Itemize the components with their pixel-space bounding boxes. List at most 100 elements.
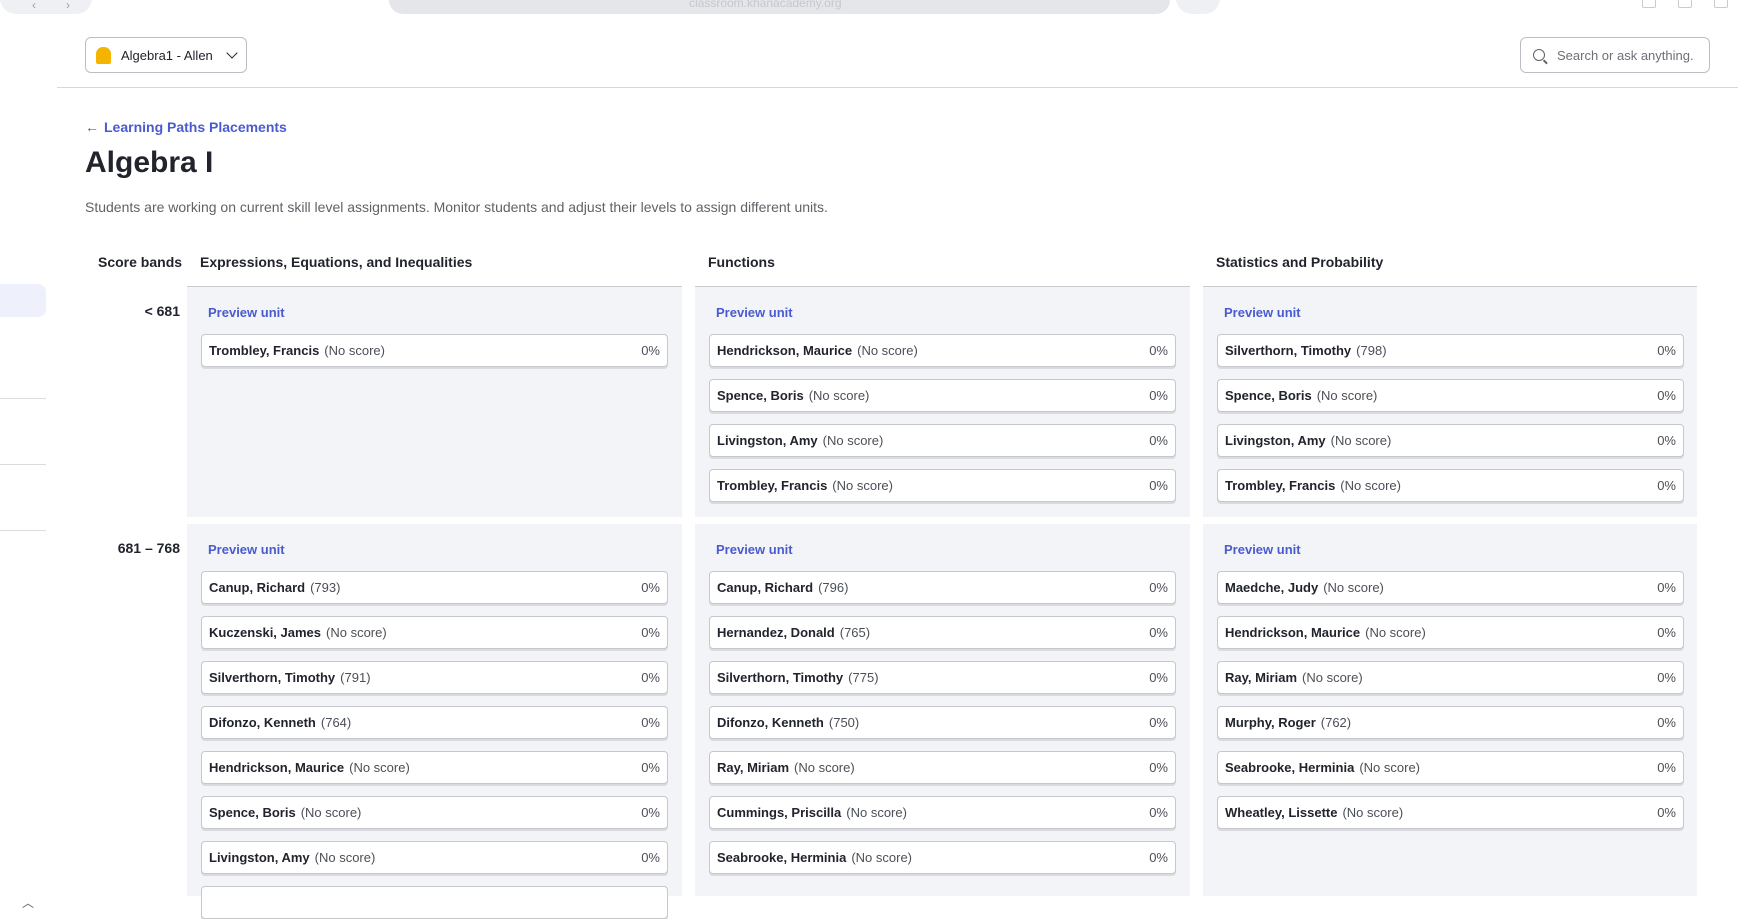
extensions-button[interactable] xyxy=(1176,0,1220,14)
student-score: (No score) xyxy=(1342,805,1404,820)
student-progress: 0% xyxy=(641,670,660,685)
student-card[interactable]: Cummings, Priscilla (No score) 0% xyxy=(709,796,1176,829)
student-card[interactable]: Silverthorn, Timothy (775) 0% xyxy=(709,661,1176,694)
chevron-up-icon[interactable]: ︿ xyxy=(22,894,34,911)
student-score: (No score) xyxy=(1316,388,1378,403)
student-progress: 0% xyxy=(1149,670,1168,685)
column-header: Functions xyxy=(708,254,775,270)
unit-panel: Preview unit Maedche, Judy (No score) 0%… xyxy=(1203,524,1697,896)
student-score: (No score) xyxy=(1340,478,1401,493)
student-progress: 0% xyxy=(1657,715,1676,730)
search-input[interactable] xyxy=(1557,47,1695,63)
student-score: (No score) xyxy=(851,850,913,865)
share-icon[interactable] xyxy=(1642,0,1656,8)
forward-arrow-icon[interactable]: › xyxy=(66,0,70,12)
student-card[interactable]: Maedche, Judy (No score) 0% xyxy=(1217,571,1684,604)
student-card[interactable]: Ray, Miriam (No score) 0% xyxy=(1217,661,1684,694)
student-score: (No score) xyxy=(808,388,870,403)
student-name: Trombley, Francis xyxy=(209,343,320,358)
student-card[interactable]: Trombley, Francis (No score) 0% xyxy=(709,469,1176,502)
score-band-label: 681 – 768 xyxy=(117,540,180,556)
student-card[interactable]: Murphy, Roger (762) 0% xyxy=(1217,706,1684,739)
score-bands-header: Score bands xyxy=(98,254,183,270)
student-progress: 0% xyxy=(1657,760,1676,775)
class-selector-label: Algebra1 - Allen xyxy=(121,47,213,63)
page-subtitle: Students are working on current skill le… xyxy=(85,199,828,215)
student-score: (796) xyxy=(818,580,849,595)
student-score: (793) xyxy=(310,580,341,595)
unit-panel: Preview unit Canup, Richard (796) 0% Her… xyxy=(695,524,1190,896)
sidebar-divider xyxy=(0,464,46,465)
student-card[interactable]: Trombley, Francis (No score) 0% xyxy=(201,334,668,367)
student-card[interactable]: Silverthorn, Timothy (791) 0% xyxy=(201,661,668,694)
student-name: Hendrickson, Maurice xyxy=(1225,625,1361,640)
student-score: (791) xyxy=(340,670,371,685)
student-card[interactable]: Hendrickson, Maurice (No score) 0% xyxy=(709,334,1176,367)
student-card[interactable]: Wheatley, Lissette (No score) 0% xyxy=(1217,796,1684,829)
arrow-left-icon: ← xyxy=(85,119,99,135)
sidebar-item-active[interactable] xyxy=(0,284,46,317)
back-arrow-icon[interactable]: ‹ xyxy=(32,0,36,12)
student-card[interactable]: Trombley, Francis (No score) 0% xyxy=(1217,469,1684,502)
student-progress: 0% xyxy=(1149,433,1168,448)
student-name: Difonzo, Kenneth xyxy=(209,715,316,730)
student-score: (No score) xyxy=(326,625,387,640)
window-controls xyxy=(1642,0,1728,8)
student-name: Trombley, Francis xyxy=(717,478,828,493)
student-card[interactable]: Difonzo, Kenneth (764) 0% xyxy=(201,706,668,739)
student-card[interactable]: Livingston, Amy (No score) 0% xyxy=(1217,424,1684,457)
student-card[interactable]: Spence, Boris (No score) 0% xyxy=(201,796,668,829)
tabs-overview-icon[interactable] xyxy=(1714,0,1728,8)
student-name: Canup, Richard xyxy=(717,580,814,595)
student-score: (No score) xyxy=(1323,580,1384,595)
preview-unit-link[interactable]: Preview unit xyxy=(716,542,793,557)
address-bar[interactable]: classroom.khanacademy.org xyxy=(389,0,1170,14)
back-link[interactable]: ← Learning Paths Placements xyxy=(85,119,287,135)
student-name: Livingston, Amy xyxy=(1225,433,1326,448)
preview-unit-link[interactable]: Preview unit xyxy=(716,305,793,320)
student-card[interactable]: Silverthorn, Timothy (798) 0% xyxy=(1217,334,1684,367)
student-card[interactable]: Canup, Richard (793) 0% xyxy=(201,571,668,604)
student-progress: 0% xyxy=(1149,580,1168,595)
student-name: Hendrickson, Maurice xyxy=(717,343,853,358)
student-progress: 0% xyxy=(641,580,660,595)
preview-unit-link[interactable]: Preview unit xyxy=(208,305,285,320)
student-progress: 0% xyxy=(1657,343,1676,358)
student-name: Hernandez, Donald xyxy=(717,625,835,640)
preview-unit-link[interactable]: Preview unit xyxy=(208,542,285,557)
student-card[interactable]: Spence, Boris (No score) 0% xyxy=(709,379,1176,412)
student-card[interactable] xyxy=(201,886,668,919)
student-card[interactable]: Difonzo, Kenneth (750) 0% xyxy=(709,706,1176,739)
student-card[interactable]: Hernandez, Donald (765) 0% xyxy=(709,616,1176,649)
unit-panel: Preview unit Trombley, Francis (No score… xyxy=(187,287,682,517)
student-card[interactable]: Kuczenski, James (No score) 0% xyxy=(201,616,668,649)
student-score: (No score) xyxy=(832,478,893,493)
class-selector[interactable]: Algebra1 - Allen xyxy=(85,37,247,73)
preview-unit-link[interactable]: Preview unit xyxy=(1224,542,1301,557)
student-name: Trombley, Francis xyxy=(1225,478,1336,493)
preview-unit-link[interactable]: Preview unit xyxy=(1224,305,1301,320)
student-name: Ray, Miriam xyxy=(717,760,790,775)
score-band-label: < 681 xyxy=(144,303,180,319)
student-card[interactable]: Hendrickson, Maurice (No score) 0% xyxy=(201,751,668,784)
student-card[interactable]: Seabrooke, Herminia (No score) 0% xyxy=(709,841,1176,874)
student-card[interactable]: Livingston, Amy (No score) 0% xyxy=(709,424,1176,457)
student-card[interactable]: Ray, Miriam (No score) 0% xyxy=(709,751,1176,784)
student-card[interactable]: Spence, Boris (No score) 0% xyxy=(1217,379,1684,412)
column-header: Expressions, Equations, and Inequalities xyxy=(200,254,473,270)
student-card[interactable]: Livingston, Amy (No score) 0% xyxy=(201,841,668,874)
student-card[interactable]: Seabrooke, Herminia (No score) 0% xyxy=(1217,751,1684,784)
search-box[interactable] xyxy=(1520,37,1710,73)
student-name: Silverthorn, Timothy xyxy=(1225,343,1352,358)
browser-nav-buttons[interactable]: ‹ › xyxy=(0,0,92,14)
student-card[interactable]: Canup, Richard (796) 0% xyxy=(709,571,1176,604)
page-title: Algebra I xyxy=(85,146,214,179)
student-progress: 0% xyxy=(641,850,660,865)
student-name: Silverthorn, Timothy xyxy=(209,670,336,685)
student-card[interactable]: Hendrickson, Maurice (No score) 0% xyxy=(1217,616,1684,649)
student-score: (750) xyxy=(828,715,860,730)
new-tab-icon[interactable] xyxy=(1678,0,1692,8)
address-bar-url: classroom.khanacademy.org xyxy=(689,0,842,10)
student-score: (No score) xyxy=(1302,670,1363,685)
student-score: (775) xyxy=(848,670,879,685)
